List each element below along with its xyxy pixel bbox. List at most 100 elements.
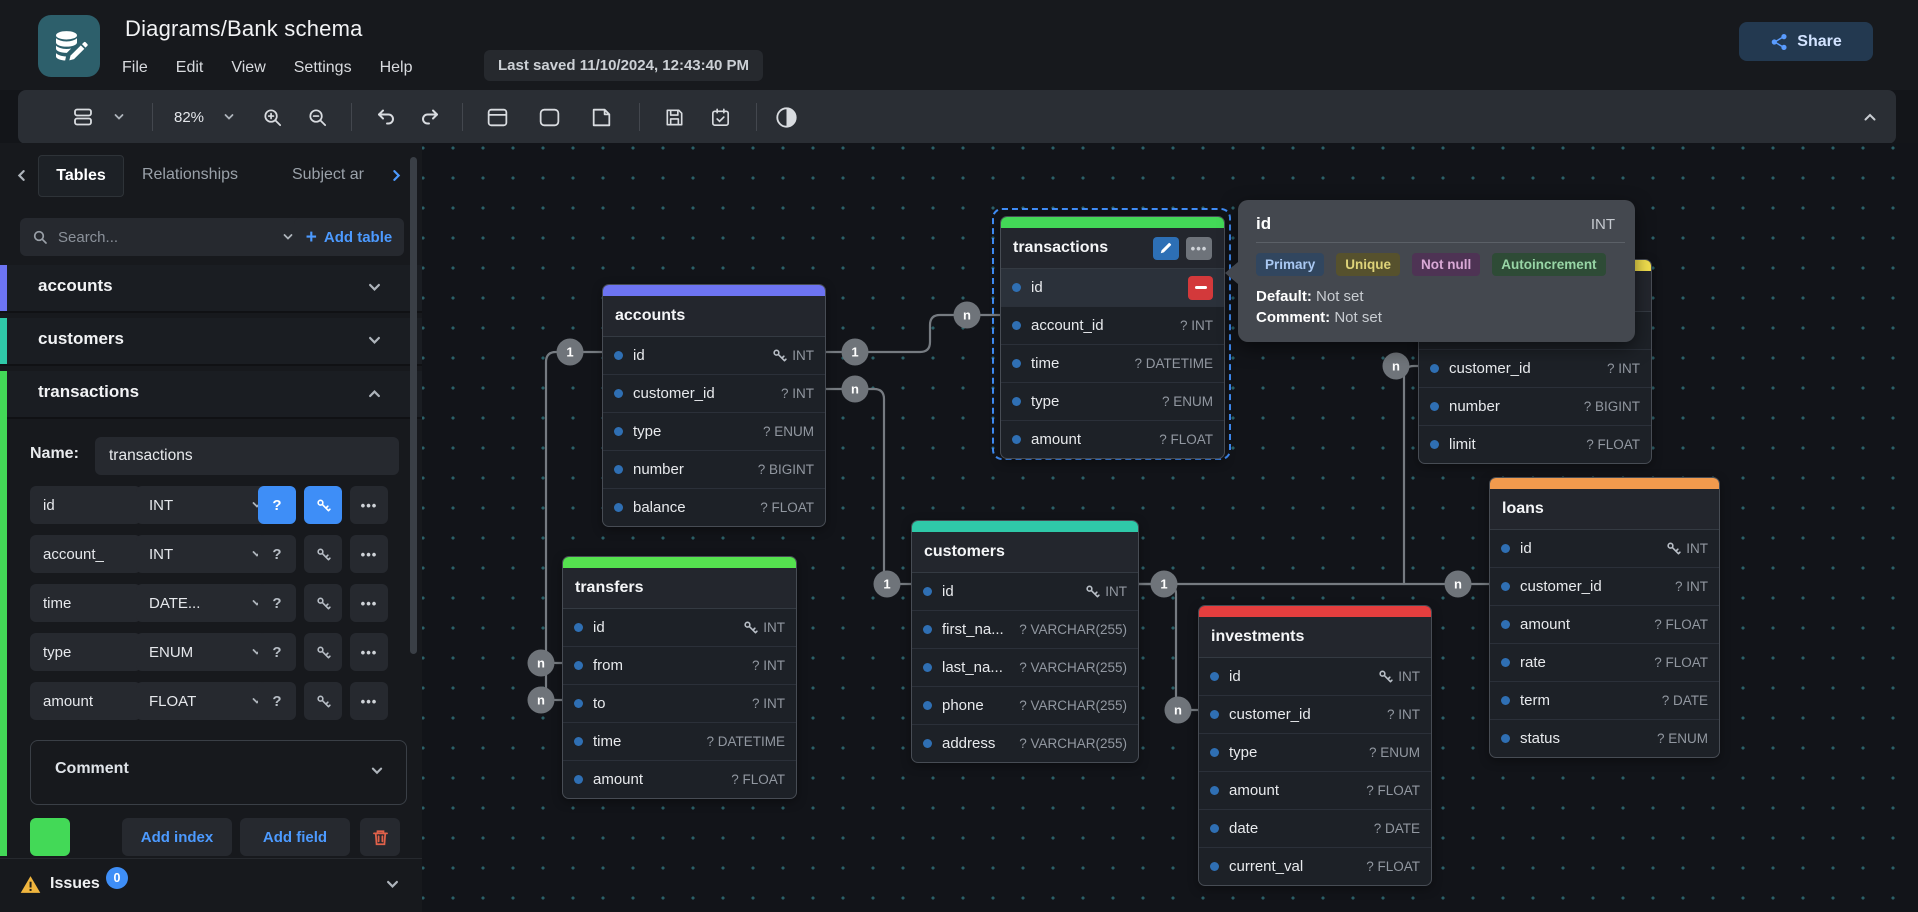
- zoom-out-button[interactable]: [299, 90, 335, 144]
- table-row[interactable]: date? DATE: [1199, 810, 1431, 848]
- diagram-table-customers[interactable]: customersidINTfirst_na...? VARCHAR(255)l…: [911, 520, 1139, 763]
- add-note-button[interactable]: [582, 90, 620, 144]
- field-name-input[interactable]: type: [30, 633, 141, 671]
- diagram-view-caret-icon[interactable]: [110, 90, 128, 144]
- table-title-row[interactable]: transfers: [563, 568, 796, 609]
- field-name-input[interactable]: account_: [30, 535, 141, 573]
- comment-chevron-down-icon[interactable]: [370, 764, 384, 778]
- table-row[interactable]: amount? FLOAT: [1199, 772, 1431, 810]
- table-title-row[interactable]: customers: [912, 532, 1138, 573]
- table-row[interactable]: amount? FLOAT: [563, 761, 796, 798]
- table-row[interactable]: limit? FLOAT: [1419, 426, 1651, 463]
- diagram-table-transactions[interactable]: transactions•••idaccount_id? INTtime? DA…: [1000, 216, 1225, 459]
- table-row[interactable]: idINT: [603, 337, 825, 375]
- diagram-table-investments[interactable]: investmentsidINTcustomer_id? INTtype? EN…: [1198, 605, 1432, 886]
- nullable-toggle-button[interactable]: ?: [258, 682, 296, 720]
- table-title-row[interactable]: loans: [1490, 489, 1719, 530]
- menu-item-edit[interactable]: Edit: [176, 59, 204, 77]
- table-row[interactable]: balance? FLOAT: [603, 489, 825, 526]
- search-caret-icon[interactable]: [282, 231, 294, 243]
- table-row[interactable]: term? DATE: [1490, 682, 1719, 720]
- nullable-toggle-button[interactable]: ?: [258, 584, 296, 622]
- redo-button[interactable]: [412, 90, 448, 144]
- tab-tables[interactable]: Tables: [38, 155, 124, 197]
- table-row[interactable]: customer_id? INT: [1199, 696, 1431, 734]
- app-logo-database-pencil-icon[interactable]: [38, 15, 100, 77]
- issues-label[interactable]: Issues: [50, 875, 100, 893]
- table-row[interactable]: customer_id? INT: [1490, 568, 1719, 606]
- remove-field-button[interactable]: [1188, 276, 1213, 300]
- table-row[interactable]: type? ENUM: [603, 413, 825, 451]
- zoom-level-display[interactable]: 82%: [164, 90, 214, 144]
- table-row[interactable]: idINT: [912, 573, 1138, 611]
- table-row[interactable]: last_na...? VARCHAR(255): [912, 649, 1138, 687]
- table-row[interactable]: type? ENUM: [1199, 734, 1431, 772]
- add-subject-area-button[interactable]: [530, 90, 568, 144]
- sidebar-item-customers[interactable]: customers: [0, 318, 422, 366]
- table-row[interactable]: amount? FLOAT: [1490, 606, 1719, 644]
- todo-calendar-button[interactable]: [701, 90, 739, 144]
- table-row[interactable]: idINT: [1199, 658, 1431, 696]
- field-more-options-button[interactable]: •••: [350, 584, 388, 622]
- table-row[interactable]: phone? VARCHAR(255): [912, 687, 1138, 725]
- table-row[interactable]: status? ENUM: [1490, 720, 1719, 757]
- menu-item-view[interactable]: View: [231, 59, 265, 77]
- table-row[interactable]: account_id? INT: [1001, 307, 1224, 345]
- table-row[interactable]: id: [1001, 269, 1224, 307]
- issues-chevron-down-icon[interactable]: [385, 877, 400, 892]
- table-more-options-button[interactable]: •••: [1186, 237, 1212, 260]
- undo-button[interactable]: [368, 90, 404, 144]
- table-row[interactable]: customer_id? INT: [1419, 350, 1651, 388]
- nullable-toggle-button[interactable]: ?: [258, 535, 296, 573]
- diagram-canvas[interactable]: 1nn1nn11nnn accountsidINTcustomer_id? IN…: [422, 143, 1918, 911]
- edit-table-button[interactable]: [1153, 237, 1179, 260]
- comment-section[interactable]: Comment: [30, 740, 407, 805]
- save-button[interactable]: [655, 90, 693, 144]
- primary-key-toggle-button[interactable]: [304, 682, 342, 720]
- field-name-input[interactable]: amount: [30, 682, 141, 720]
- relationship-line[interactable]: [1404, 366, 1418, 584]
- search-input[interactable]: Search...: [20, 218, 306, 256]
- tab-subject-ar[interactable]: Subject ar: [275, 155, 381, 195]
- table-row[interactable]: customer_id? INT: [603, 375, 825, 413]
- primary-key-toggle-button[interactable]: [304, 535, 342, 573]
- table-row[interactable]: time? DATETIME: [1001, 345, 1224, 383]
- primary-key-toggle-button[interactable]: [304, 486, 342, 524]
- zoom-level-caret-icon[interactable]: [220, 90, 238, 144]
- field-type-select[interactable]: FLOAT: [136, 682, 273, 720]
- field-name-input[interactable]: id: [30, 486, 141, 524]
- collapse-toolbar-chevron-up-icon[interactable]: [1850, 90, 1890, 144]
- theme-toggle-button[interactable]: [766, 90, 806, 144]
- diagram-table-accounts[interactable]: accountsidINTcustomer_id? INTtype? ENUMn…: [602, 284, 826, 527]
- table-row[interactable]: idINT: [563, 609, 796, 647]
- table-row[interactable]: first_na...? VARCHAR(255): [912, 611, 1138, 649]
- delete-table-button[interactable]: [360, 818, 400, 856]
- tab-relationships[interactable]: Relationships: [130, 155, 250, 195]
- field-name-input[interactable]: time: [30, 584, 141, 622]
- menu-item-settings[interactable]: Settings: [294, 59, 352, 77]
- sidebar-item-accounts[interactable]: accounts: [0, 265, 422, 313]
- field-type-select[interactable]: INT: [136, 535, 273, 573]
- table-row[interactable]: to? INT: [563, 685, 796, 723]
- add-table-button[interactable]: [478, 90, 516, 144]
- field-more-options-button[interactable]: •••: [350, 682, 388, 720]
- primary-key-toggle-button[interactable]: [304, 584, 342, 622]
- diagram-view-button[interactable]: [60, 90, 106, 144]
- sidebar-scrollbar[interactable]: [410, 157, 417, 654]
- diagram-table-loans[interactable]: loansidINTcustomer_id? INTamount? FLOATr…: [1489, 477, 1720, 758]
- table-row[interactable]: number? BIGINT: [603, 451, 825, 489]
- diagram-table-transfers[interactable]: transfersidINTfrom? INTto? INTtime? DATE…: [562, 556, 797, 799]
- field-more-options-button[interactable]: •••: [350, 486, 388, 524]
- table-title-row[interactable]: accounts: [603, 296, 825, 337]
- table-name-input[interactable]: transactions: [95, 437, 399, 475]
- field-more-options-button[interactable]: •••: [350, 535, 388, 573]
- nullable-toggle-button[interactable]: ?: [258, 486, 296, 524]
- nullable-toggle-button[interactable]: ?: [258, 633, 296, 671]
- add-field-button[interactable]: Add field: [240, 818, 350, 856]
- table-row[interactable]: number? BIGINT: [1419, 388, 1651, 426]
- table-row[interactable]: type? ENUM: [1001, 383, 1224, 421]
- share-button[interactable]: Share: [1739, 22, 1873, 61]
- table-row[interactable]: address? VARCHAR(255): [912, 725, 1138, 762]
- table-color-swatch[interactable]: [30, 818, 70, 856]
- sidebar-item-transactions[interactable]: transactions: [0, 371, 422, 419]
